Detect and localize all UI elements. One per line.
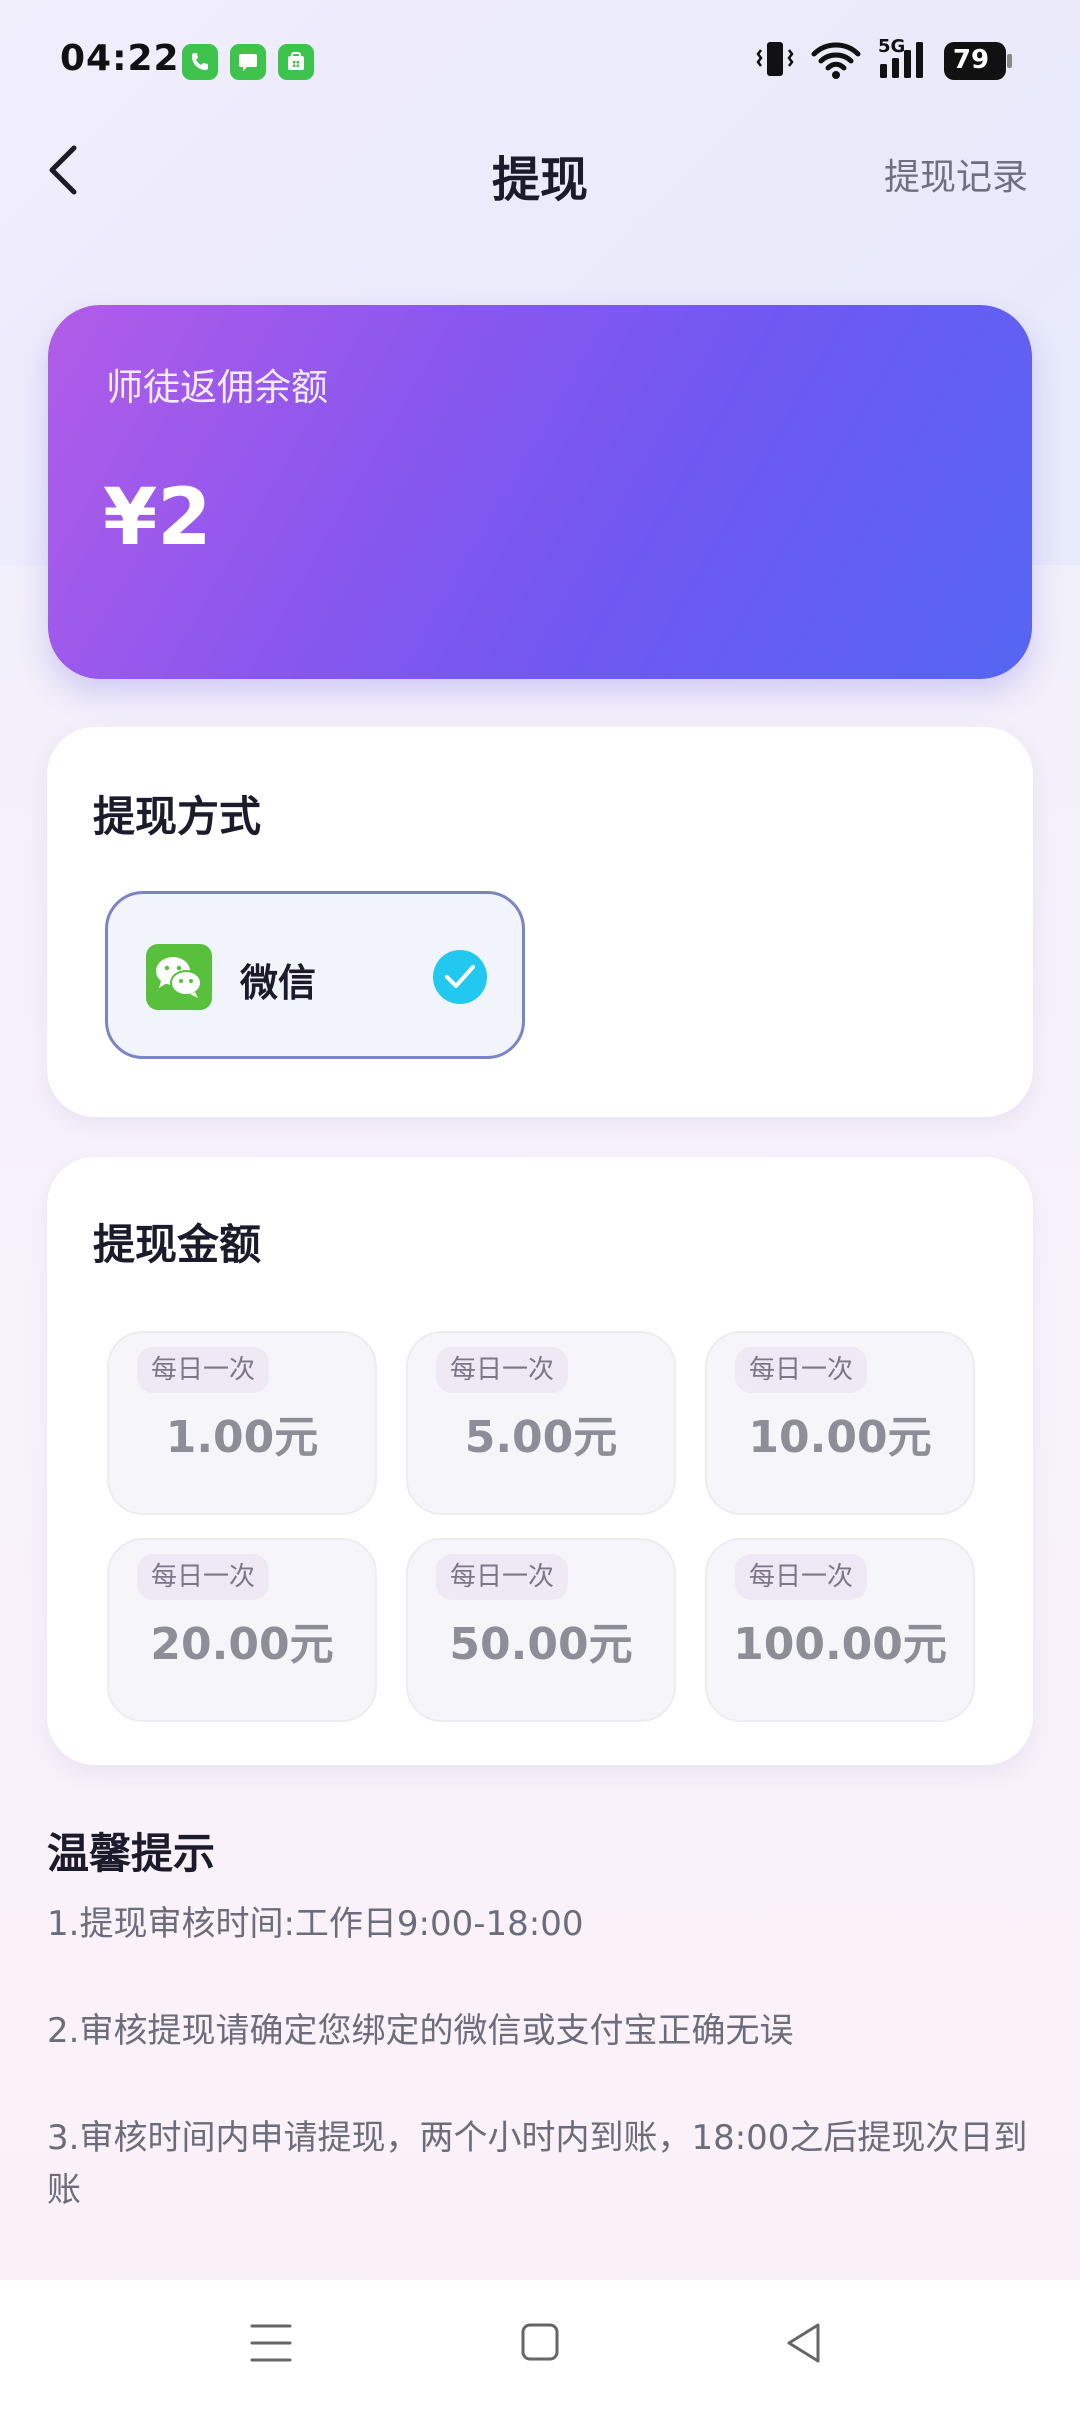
battery-level: 79 bbox=[952, 45, 990, 75]
balance-amount: ¥2 bbox=[103, 473, 212, 563]
signal-icon bbox=[880, 42, 923, 78]
selected-check-icon bbox=[433, 950, 487, 1004]
back-nav-icon[interactable] bbox=[784, 2320, 824, 2366]
balance-card: 师徒返佣余额 ¥2 bbox=[48, 305, 1032, 679]
withdraw-method-title: 提现方式 bbox=[93, 792, 262, 841]
battery-icon: 79 bbox=[944, 42, 1012, 80]
amount-value: 1.00元 bbox=[165, 1412, 319, 1463]
amount-options-grid: 每日一次 1.00元 每日一次 5.00元 每日一次 10.00元 每日一次 2… bbox=[107, 1331, 977, 1722]
amount-option[interactable]: 每日一次 1.00元 bbox=[107, 1331, 377, 1515]
tip-line: 2.审核提现请确定您绑定的微信或支付宝正确无误 bbox=[47, 2011, 794, 2051]
daily-limit-tag: 每日一次 bbox=[735, 1554, 868, 1600]
vibrate-icon bbox=[756, 42, 794, 76]
amount-option[interactable]: 每日一次 5.00元 bbox=[406, 1331, 676, 1515]
amount-option[interactable]: 每日一次 20.00元 bbox=[107, 1538, 377, 1722]
wechat-method-option[interactable]: 微信 bbox=[105, 891, 525, 1059]
withdraw-records-link[interactable]: 提现记录 bbox=[884, 148, 1028, 200]
withdraw-method-card: 提现方式 微信 bbox=[47, 727, 1033, 1117]
amount-value: 100.00元 bbox=[733, 1619, 947, 1670]
status-time: 04:22 bbox=[60, 38, 180, 79]
home-icon[interactable] bbox=[520, 2320, 560, 2366]
daily-limit-tag: 每日一次 bbox=[137, 1347, 270, 1393]
withdraw-amount-title: 提现金额 bbox=[93, 1220, 262, 1269]
amount-value: 20.00元 bbox=[150, 1619, 334, 1670]
amount-option[interactable]: 每日一次 50.00元 bbox=[406, 1538, 676, 1722]
daily-limit-tag: 每日一次 bbox=[436, 1347, 569, 1393]
amount-option[interactable]: 每日一次 100.00元 bbox=[705, 1538, 975, 1722]
wechat-icon bbox=[146, 944, 212, 1010]
messages-app-icon bbox=[230, 44, 266, 80]
daily-limit-tag: 每日一次 bbox=[436, 1554, 569, 1600]
tips-title: 温馨提示 bbox=[47, 1829, 216, 1878]
phone-app-icon bbox=[182, 44, 218, 80]
store-app-icon bbox=[278, 44, 314, 80]
status-bar: 04:22 5G 79 bbox=[0, 0, 1080, 120]
amount-option[interactable]: 每日一次 10.00元 bbox=[705, 1331, 975, 1515]
wifi-icon bbox=[811, 42, 861, 79]
wechat-label: 微信 bbox=[240, 961, 317, 1005]
tip-line: 1.提现审核时间:工作日9:00-18:00 bbox=[47, 1904, 584, 1944]
amount-value: 5.00元 bbox=[464, 1412, 618, 1463]
daily-limit-tag: 每日一次 bbox=[735, 1347, 868, 1393]
daily-limit-tag: 每日一次 bbox=[137, 1554, 270, 1600]
menu-icon[interactable] bbox=[250, 2320, 292, 2366]
system-nav-bar bbox=[0, 2280, 1080, 2412]
withdraw-amount-card: 提现金额 每日一次 1.00元 每日一次 5.00元 每日一次 10.00元 每… bbox=[47, 1157, 1033, 1765]
balance-label: 师徒返佣余额 bbox=[106, 366, 328, 409]
amount-value: 10.00元 bbox=[748, 1412, 932, 1463]
tip-line: 3.审核时间内申请提现，两个小时内到账，18:00之后提现次日到账 bbox=[47, 2118, 1028, 2210]
amount-value: 50.00元 bbox=[449, 1619, 633, 1670]
